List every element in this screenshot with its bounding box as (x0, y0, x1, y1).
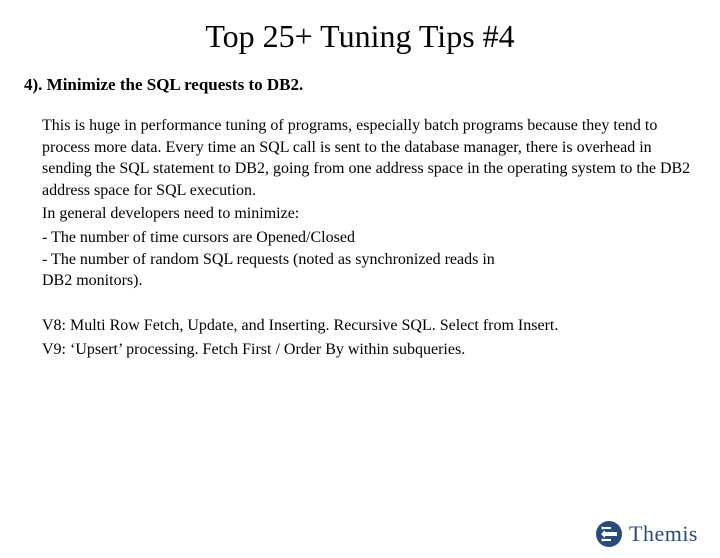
body-paragraph-2: In general developers need to minimize: (24, 203, 696, 225)
body-paragraph-1: This is huge in performance tuning of pr… (24, 115, 696, 201)
slide-title: Top 25+ Tuning Tips #4 (0, 18, 720, 55)
bullet-item-2: - The number of random SQL requests (not… (24, 249, 696, 271)
slide-content: 4). Minimize the SQL requests to DB2. Th… (0, 75, 720, 362)
themis-icon (595, 520, 623, 548)
bullet-item-2-cont: DB2 monitors). (24, 270, 696, 292)
footnote-v9: V9: ‘Upsert’ processing. Fetch First / O… (24, 338, 696, 362)
footnote-v8: V8: Multi Row Fetch, Update, and Inserti… (24, 314, 696, 338)
footnotes: V8: Multi Row Fetch, Update, and Inserti… (24, 314, 696, 362)
section-heading: 4). Minimize the SQL requests to DB2. (24, 75, 696, 95)
brand-logo: Themis (595, 520, 698, 548)
bullet-item-1: - The number of time cursors are Opened/… (24, 227, 696, 249)
brand-name: Themis (629, 521, 698, 547)
